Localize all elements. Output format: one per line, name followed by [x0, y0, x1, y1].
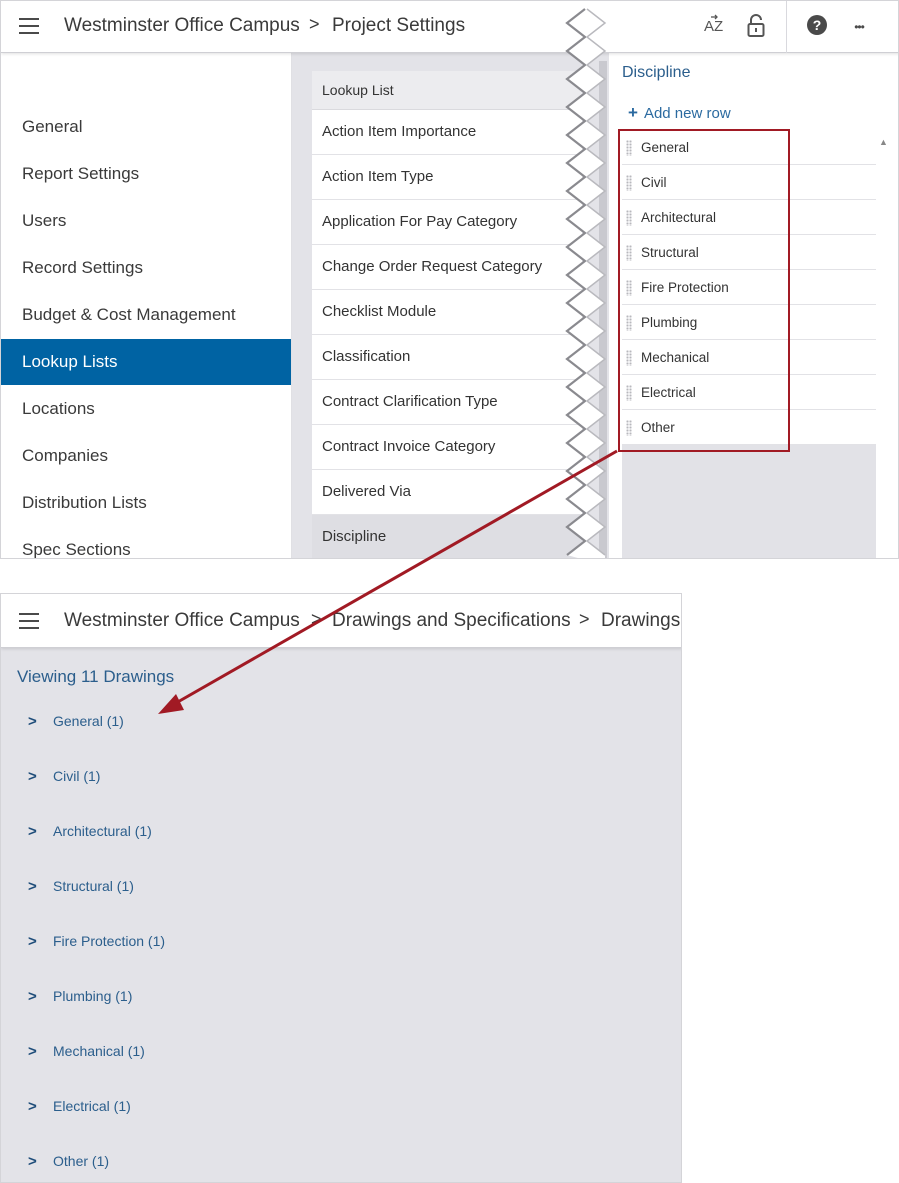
- breadcrumb-current-page: Drawings: [601, 610, 681, 631]
- hamburger-menu-icon[interactable]: [19, 613, 39, 629]
- drawing-group-label: Mechanical (1): [53, 1043, 145, 1059]
- nav-item-users[interactable]: Users: [1, 198, 291, 244]
- chevron-right-icon[interactable]: >: [28, 710, 53, 734]
- lookup-list-header: Lookup List: [312, 71, 582, 110]
- drawing-group-row[interactable]: > Structural (1): [28, 874, 134, 898]
- lookup-item[interactable]: Classification: [312, 335, 582, 380]
- chevron-right-icon[interactable]: >: [28, 1150, 53, 1174]
- plus-icon: +: [628, 103, 638, 122]
- chevron-right-icon[interactable]: >: [28, 985, 53, 1009]
- nav-item-report-settings[interactable]: Report Settings: [1, 151, 291, 197]
- breadcrumb-project[interactable]: Westminster Office Campus: [64, 610, 300, 632]
- drawing-group-label: General (1): [53, 713, 124, 729]
- chevron-right-icon[interactable]: >: [28, 875, 53, 899]
- project-settings-screenshot: Westminster Office Campus > Project Sett…: [0, 0, 899, 559]
- help-glyph: ?: [813, 17, 822, 33]
- drawing-group-row[interactable]: > Architectural (1): [28, 819, 152, 843]
- nav-item-distribution-lists[interactable]: Distribution Lists: [1, 480, 291, 526]
- chevron-right-icon[interactable]: >: [28, 930, 53, 954]
- lookup-item[interactable]: Action Item Importance: [312, 110, 582, 155]
- nav-item-spec-sections[interactable]: Spec Sections: [1, 527, 291, 558]
- drawing-group-label: Structural (1): [53, 878, 134, 894]
- lookup-list: Lookup List Action Item Importance Actio…: [312, 71, 582, 558]
- drawing-group-row[interactable]: > Civil (1): [28, 764, 100, 788]
- breadcrumb-current-page: Project Settings: [332, 15, 466, 36]
- hamburger-menu-icon[interactable]: [19, 18, 39, 34]
- breadcrumb-module[interactable]: Drawings and Specifications: [332, 610, 571, 632]
- discipline-highlight-box: [618, 129, 790, 452]
- lock-icon[interactable]: [742, 13, 770, 41]
- breadcrumb-separator: >: [579, 609, 590, 629]
- discipline-panel-title: Discipline: [622, 64, 691, 81]
- empty-table-area: [622, 445, 876, 558]
- viewing-count: Viewing 11 Drawings: [17, 667, 175, 686]
- top-app-bar: Westminster Office Campus > Project Sett…: [1, 1, 898, 53]
- drawing-group-row[interactable]: > Fire Protection (1): [28, 929, 165, 953]
- sort-az-glyph: AZ: [704, 18, 723, 35]
- lookup-item[interactable]: Delivered Via: [312, 470, 582, 515]
- nav-item-general[interactable]: General: [1, 104, 291, 150]
- drawing-group-label: Other (1): [53, 1153, 110, 1169]
- drawing-group-label: Architectural (1): [53, 823, 152, 839]
- drawing-group-label: Electrical (1): [53, 1098, 131, 1114]
- lookup-item[interactable]: Contract Clarification Type: [312, 380, 582, 425]
- drawings-screenshot: Westminster Office Campus > Drawings and…: [0, 593, 682, 1183]
- nav-item-companies[interactable]: Companies: [1, 433, 291, 479]
- chevron-right-icon[interactable]: >: [28, 1040, 53, 1064]
- chevron-right-icon[interactable]: >: [28, 1095, 53, 1119]
- chevron-right-icon[interactable]: >: [28, 820, 53, 844]
- more-icon[interactable]: •••: [845, 13, 873, 41]
- drawing-group-row[interactable]: > Mechanical (1): [28, 1039, 145, 1063]
- lookup-item-selected[interactable]: Discipline: [312, 515, 582, 558]
- lookup-item[interactable]: Change Order Request Category: [312, 245, 582, 290]
- lookup-item[interactable]: Checklist Module: [312, 290, 582, 335]
- nav-item-budget-cost-management[interactable]: Budget & Cost Management: [1, 292, 291, 338]
- drawing-group-row[interactable]: > Plumbing (1): [28, 984, 132, 1008]
- help-icon[interactable]: ?: [803, 13, 831, 41]
- nav-item-lookup-lists[interactable]: Lookup Lists: [1, 339, 291, 385]
- drawing-group-row[interactable]: > Other (1): [28, 1149, 109, 1173]
- add-new-row-label: Add new row: [643, 105, 731, 122]
- scroll-up-icon[interactable]: ▲: [879, 137, 888, 147]
- lookup-item[interactable]: Application For Pay Category: [312, 200, 582, 245]
- breadcrumb-separator: >: [311, 609, 322, 629]
- drawing-group-label: Plumbing (1): [53, 988, 133, 1004]
- top-app-bar: Westminster Office Campus > Drawings and…: [1, 594, 681, 648]
- chevron-right-icon[interactable]: >: [28, 765, 53, 789]
- add-new-row-button[interactable]: + Add new row: [622, 97, 876, 129]
- breadcrumb-separator: >: [309, 14, 320, 34]
- drawing-group-row[interactable]: > General (1): [28, 709, 124, 733]
- toolbar-divider: [786, 1, 787, 53]
- settings-side-nav: General Report Settings Users Record Set…: [1, 53, 292, 558]
- breadcrumb-project[interactable]: Westminster Office Campus: [64, 15, 300, 37]
- drawing-group-label: Fire Protection (1): [53, 933, 166, 949]
- nav-item-record-settings[interactable]: Record Settings: [1, 245, 291, 291]
- sort-az-icon[interactable]: AZ: [700, 13, 728, 41]
- lookup-item[interactable]: Contract Invoice Category: [312, 425, 582, 470]
- drawing-group-label: Civil (1): [53, 768, 101, 784]
- lookup-item[interactable]: Action Item Type: [312, 155, 582, 200]
- drawing-group-row[interactable]: > Electrical (1): [28, 1094, 131, 1118]
- torn-edge-divider: [565, 1, 607, 558]
- nav-item-locations[interactable]: Locations: [1, 386, 291, 432]
